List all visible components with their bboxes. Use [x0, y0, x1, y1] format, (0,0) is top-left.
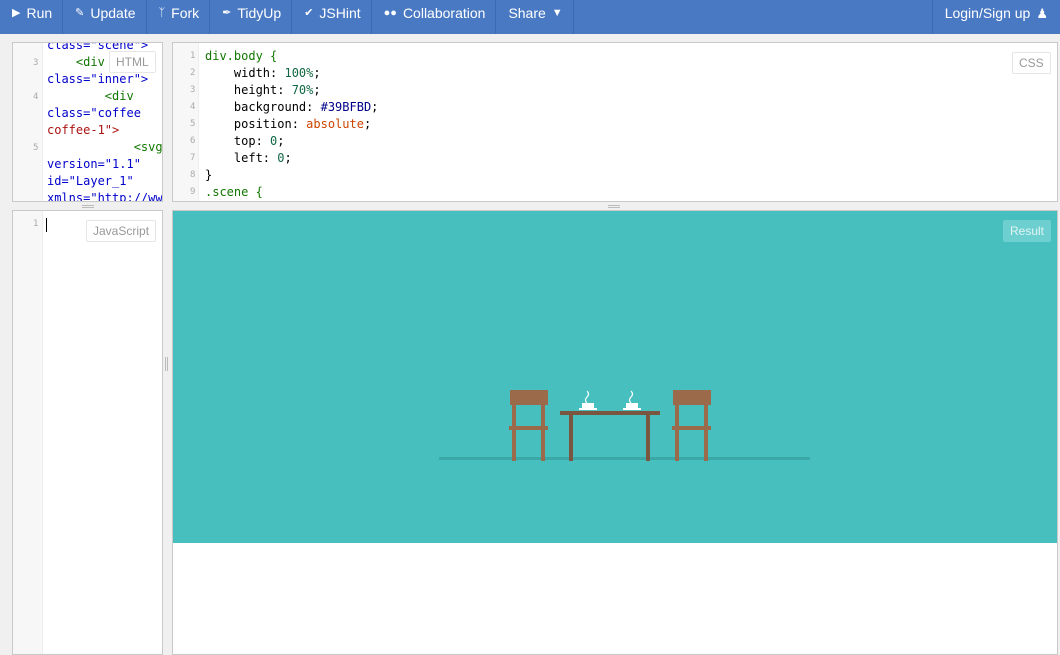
- css-line-number: 3: [190, 85, 196, 95]
- jshint-label: JSHint: [319, 5, 361, 21]
- cafe-illustration: [439, 390, 810, 461]
- result-panel-label: Result: [1003, 220, 1052, 242]
- css-line-number: 7: [190, 153, 196, 163]
- update-label: Update: [90, 5, 136, 21]
- jshint-button[interactable]: ✔ JSHint: [292, 0, 372, 34]
- brush-icon: ✒: [222, 6, 232, 19]
- pencil-icon: ✎: [75, 6, 85, 19]
- left-chair-leg: [541, 405, 545, 461]
- left-chair: [509, 390, 548, 461]
- html-gutter: [13, 43, 43, 201]
- css-code-line: left: 0;: [205, 151, 292, 165]
- login-button[interactable]: Login/Sign up ♟: [931, 0, 1060, 34]
- right-chair-leg: [675, 405, 679, 461]
- html-panel-label: HTML: [109, 51, 156, 73]
- css-code-line: position: absolute;: [205, 117, 372, 131]
- cup: [582, 403, 594, 408]
- html-code-line: <div: [47, 55, 105, 69]
- table: [560, 411, 660, 461]
- html-code-line: xmlns="http://ww: [47, 191, 163, 202]
- html-line-number: 4: [33, 92, 39, 102]
- right-chair-leg: [704, 405, 708, 461]
- right-chair: [672, 390, 711, 461]
- coffee-cup-2: [623, 390, 641, 410]
- css-line-number: 8: [190, 170, 196, 180]
- html-code-line: id="Layer_1": [47, 174, 134, 188]
- result-scene: [173, 211, 1057, 543]
- fork-button[interactable]: ᛉ Fork: [147, 0, 211, 34]
- css-editor[interactable]: 1 div.body { 2 width: 100%; 3 height: 70%; 4…: [172, 42, 1058, 202]
- table-top: [560, 411, 660, 415]
- tidyup-label: TidyUp: [237, 5, 282, 21]
- share-label: Share: [508, 5, 546, 21]
- check-icon: ✔: [304, 6, 314, 19]
- javascript-editor[interactable]: 1 JavaScript: [12, 210, 163, 655]
- html-resize-handle[interactable]: [82, 205, 94, 208]
- steam: [628, 390, 634, 404]
- collaboration-button[interactable]: ●● Collaboration: [372, 0, 497, 34]
- html-code-line: <div: [47, 89, 134, 103]
- js-line-number: 1: [33, 219, 39, 229]
- run-button[interactable]: ▶ Run: [0, 0, 64, 34]
- html-code-line: class="inner">: [47, 72, 149, 86]
- users-icon: ●●: [383, 6, 397, 19]
- css-line-number: 4: [190, 102, 196, 112]
- fork-icon: ᛉ: [158, 6, 166, 19]
- table-leg: [569, 415, 573, 461]
- tidyup-button[interactable]: ✒ TidyUp: [210, 0, 293, 34]
- css-code-line: width: 100%;: [205, 66, 321, 80]
- text-cursor: [46, 218, 47, 232]
- table-leg: [646, 415, 650, 461]
- caret-down-icon: ▼: [551, 6, 563, 19]
- html-code-line: version="1.1": [47, 157, 141, 171]
- html-editor[interactable]: class="scene"> 3 <div class="inner"> 4 <div…: [12, 42, 163, 202]
- css-code-line: }: [205, 168, 213, 182]
- right-chair-seat: [672, 426, 711, 430]
- css-code-line: top: 0;: [205, 134, 285, 148]
- toolbar: ▶ Run ✎ Update ᛉ Fork ✒ TidyUp ✔ JSHint …: [0, 0, 1060, 34]
- left-chair-leg: [512, 405, 516, 461]
- user-icon: ♟: [1036, 5, 1048, 21]
- fork-label: Fork: [171, 5, 200, 21]
- css-resize-handle[interactable]: [608, 205, 620, 208]
- result-panel[interactable]: Result: [172, 210, 1058, 655]
- html-line-number: 5: [33, 143, 39, 153]
- share-button[interactable]: Share ▼: [496, 0, 574, 34]
- css-line-number: 9: [190, 187, 196, 197]
- css-code-line: background: #39BFBD;: [205, 100, 379, 114]
- js-gutter: [13, 211, 43, 654]
- floor-line: [439, 457, 810, 460]
- html-code-line: class="coffee: [47, 106, 141, 120]
- play-icon: ▶: [12, 6, 21, 19]
- css-line-number: 2: [190, 68, 196, 78]
- css-code-line: .scene {: [205, 185, 263, 199]
- update-button[interactable]: ✎ Update: [63, 0, 147, 34]
- saucer: [579, 408, 597, 410]
- html-line-number: 3: [33, 58, 39, 68]
- css-line-number: 5: [190, 119, 196, 129]
- saucer: [623, 408, 641, 410]
- right-chair-back: [673, 390, 711, 405]
- css-code-line: div.body {: [205, 49, 278, 63]
- html-code-line: <svg: [47, 140, 163, 154]
- left-chair-back: [510, 390, 548, 405]
- left-chair-seat: [509, 426, 548, 430]
- js-panel-label: JavaScript: [86, 220, 157, 242]
- run-label: Run: [26, 5, 53, 21]
- coffee-cup-1: [579, 390, 597, 410]
- html-code-line: coffee-1">: [47, 123, 120, 137]
- vertical-resize-handle[interactable]: [165, 357, 168, 371]
- css-code-line: height: 70%;: [205, 83, 321, 97]
- css-line-number: 1: [190, 51, 196, 61]
- cup: [626, 403, 638, 408]
- login-label: Login/Sign up: [944, 5, 1031, 21]
- css-panel-label: CSS: [1012, 52, 1051, 74]
- css-line-number: 6: [190, 136, 196, 146]
- steam: [584, 390, 590, 404]
- collaboration-label: Collaboration: [402, 5, 486, 21]
